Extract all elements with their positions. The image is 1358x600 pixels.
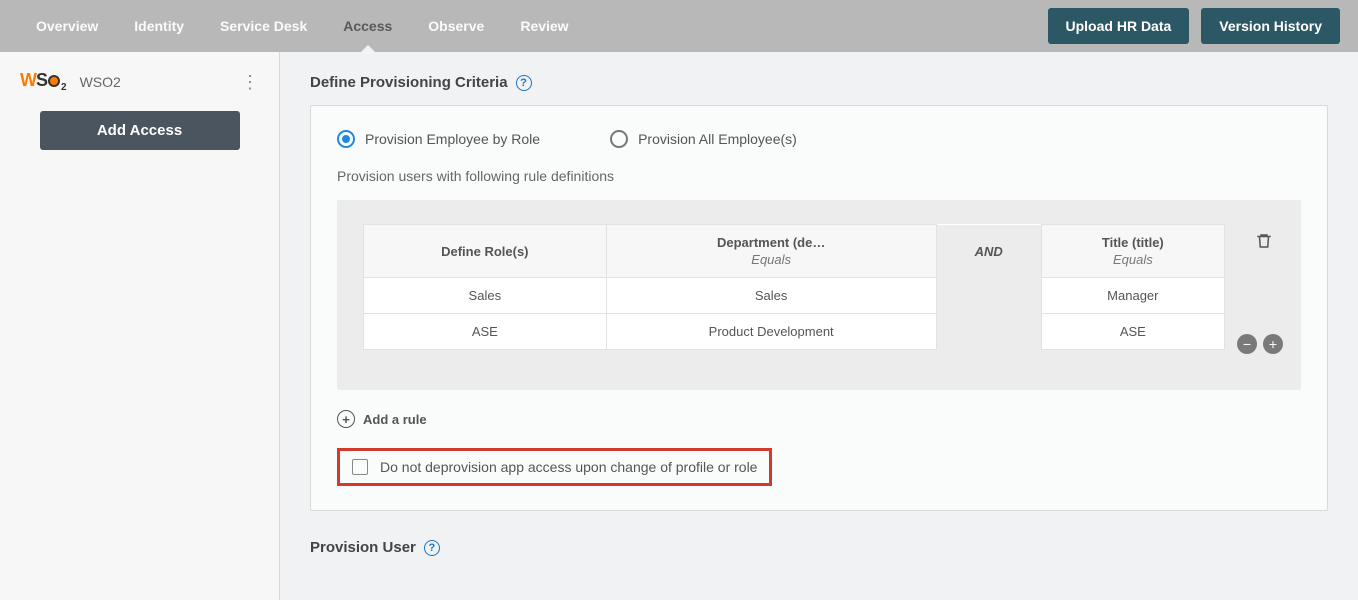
provision-mode-radios: Provision Employee by Role Provision All… (337, 130, 1301, 148)
table-row[interactable]: ASE Product Development ASE (364, 314, 1225, 350)
add-rule-label: Add a rule (363, 412, 427, 427)
radio-label: Provision Employee by Role (365, 131, 540, 147)
radio-label: Provision All Employee(s) (638, 131, 797, 147)
cell-dept: Product Development (606, 314, 936, 350)
tab-identity[interactable]: Identity (116, 0, 202, 52)
radio-provision-all[interactable]: Provision All Employee(s) (610, 130, 797, 148)
deprovision-label: Do not deprovision app access upon chang… (380, 459, 757, 475)
upload-hr-data-button[interactable]: Upload HR Data (1048, 8, 1190, 44)
col-sub: Equals (1050, 252, 1216, 267)
top-nav: Overview Identity Service Desk Access Ob… (0, 0, 1358, 52)
add-rule-button[interactable]: + Add a rule (337, 410, 1301, 428)
tab-access[interactable]: Access (325, 0, 410, 52)
nav-tabs: Overview Identity Service Desk Access Ob… (18, 0, 587, 52)
criteria-panel: Provision Employee by Role Provision All… (310, 105, 1328, 511)
col-label: Department (de… (717, 235, 825, 250)
section-title-text: Provision User (310, 539, 416, 556)
cell-dept: Sales (606, 278, 936, 314)
delete-rule-icon[interactable] (1255, 232, 1273, 253)
col-title: Title (title) Equals (1041, 225, 1224, 278)
col-sub: Equals (615, 252, 928, 267)
tab-overview[interactable]: Overview (18, 0, 116, 52)
add-row-icon[interactable]: + (1263, 334, 1283, 354)
remove-row-icon[interactable]: − (1237, 334, 1257, 354)
cell-role: ASE (364, 314, 607, 350)
tab-observe[interactable]: Observe (410, 0, 502, 52)
tab-service-desk[interactable]: Service Desk (202, 0, 325, 52)
deprovision-checkbox-row: Do not deprovision app access upon chang… (337, 448, 772, 486)
deprovision-checkbox[interactable] (352, 459, 368, 475)
wso2-logo: WS2 (20, 70, 66, 93)
col-and: AND (936, 225, 1041, 278)
app-chip: WS2 WSO2 ⋮ (20, 70, 259, 93)
col-define-roles: Define Role(s) (364, 225, 607, 278)
tab-review[interactable]: Review (502, 0, 586, 52)
table-row[interactable]: Sales Sales Manager (364, 278, 1225, 314)
section-title-criteria: Define Provisioning Criteria ? (310, 74, 1328, 91)
add-access-button[interactable]: Add Access (40, 111, 240, 150)
sidebar: WS2 WSO2 ⋮ Add Access (0, 52, 280, 600)
app-menu-icon[interactable]: ⋮ (241, 73, 259, 91)
version-history-button[interactable]: Version History (1201, 8, 1340, 44)
col-department: Department (de… Equals (606, 225, 936, 278)
help-icon[interactable]: ? (424, 540, 440, 556)
cell-title: Manager (1041, 278, 1224, 314)
radio-icon (337, 130, 355, 148)
rule-area: Define Role(s) Department (de… Equals AN… (337, 200, 1301, 390)
cell-role: Sales (364, 278, 607, 314)
app-name: WSO2 (80, 74, 121, 90)
rule-hint: Provision users with following rule defi… (337, 168, 1301, 184)
help-icon[interactable]: ? (516, 75, 532, 91)
section-title-text: Define Provisioning Criteria (310, 74, 508, 91)
radio-provision-by-role[interactable]: Provision Employee by Role (337, 130, 540, 148)
radio-icon (610, 130, 628, 148)
main-content: Define Provisioning Criteria ? Provision… (280, 52, 1358, 600)
section-title-provision-user: Provision User ? (310, 539, 1328, 556)
plus-icon: + (337, 410, 355, 428)
rule-table: Define Role(s) Department (de… Equals AN… (363, 224, 1225, 350)
row-actions: − + (1237, 334, 1283, 354)
col-label: Title (title) (1102, 235, 1164, 250)
cell-title: ASE (1041, 314, 1224, 350)
